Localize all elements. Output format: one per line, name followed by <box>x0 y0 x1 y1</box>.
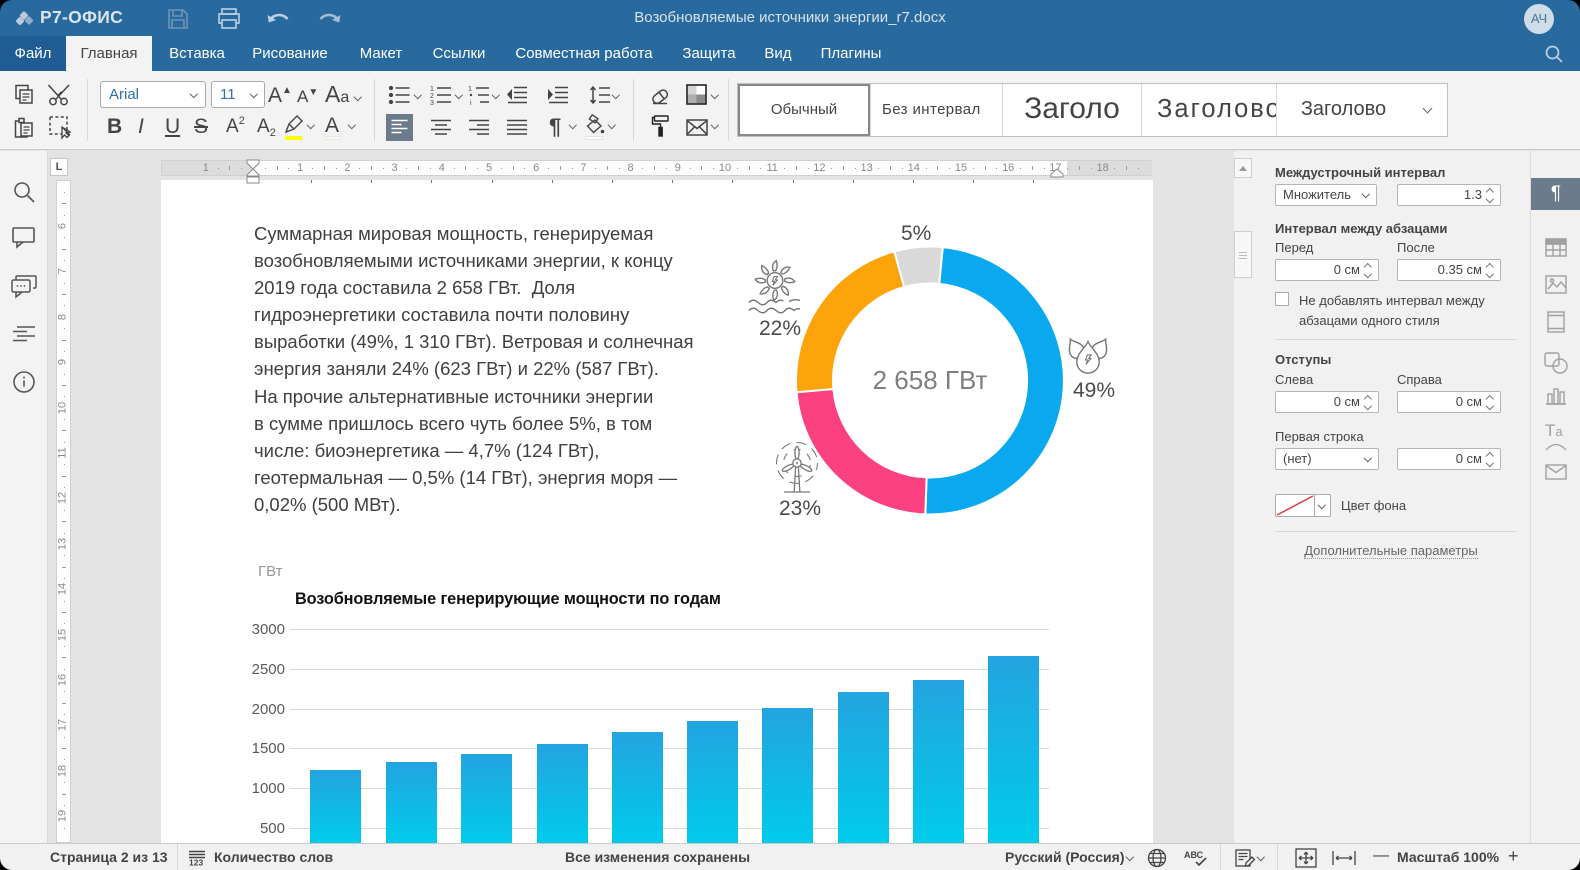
svg-text:АВС: АВС <box>1184 850 1204 860</box>
svg-text:2: 2 <box>430 93 434 100</box>
svg-text:3: 3 <box>430 100 434 107</box>
svg-text:i: i <box>470 100 472 107</box>
svg-text:1: 1 <box>430 86 434 93</box>
svg-text:1: 1 <box>468 86 472 93</box>
svg-text:123: 123 <box>189 858 203 868</box>
